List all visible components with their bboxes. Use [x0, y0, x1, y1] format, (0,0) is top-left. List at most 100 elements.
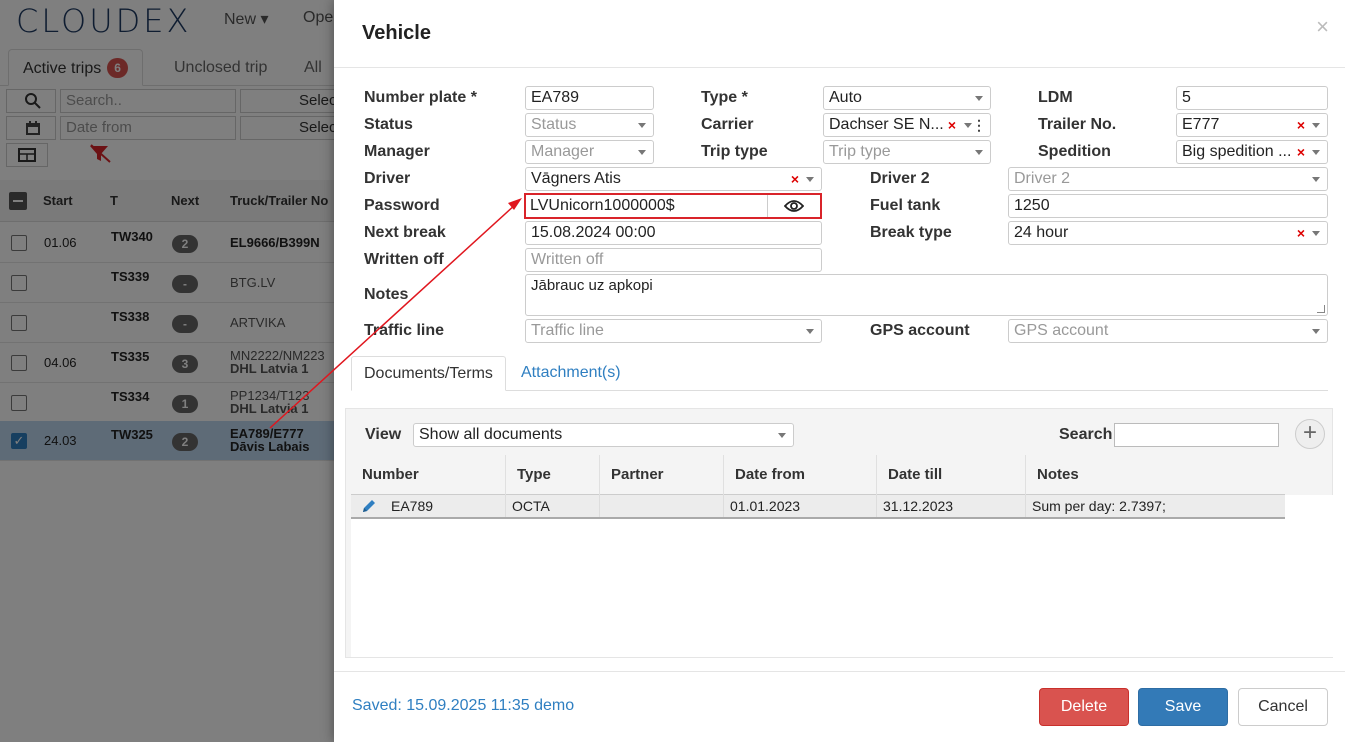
password-value[interactable]: LVUnicorn1000000$: [530, 196, 675, 216]
status-label: Status: [364, 116, 413, 133]
next-break-label: Next break: [364, 224, 446, 241]
clear-icon[interactable]: ×: [1297, 114, 1305, 136]
col-partner[interactable]: Partner: [600, 455, 724, 495]
chevron-down-icon: [975, 96, 983, 101]
number-plate-label: Number plate *: [364, 89, 477, 106]
gps-account-label: GPS account: [870, 322, 970, 339]
notes-value: Jābrauc uz apkopi: [531, 277, 653, 294]
chevron-down-icon: [975, 150, 983, 155]
documents-grid-body: [351, 495, 1333, 657]
chevron-down-icon: [806, 329, 814, 334]
chevron-down-icon: [778, 433, 786, 438]
col-number[interactable]: Number: [351, 455, 506, 495]
doc-type: OCTA: [506, 495, 600, 517]
modal-footer-divider: [334, 671, 1345, 672]
driver2-label: Driver 2: [870, 170, 930, 187]
notes-textarea[interactable]: Jābrauc uz apkopi: [525, 274, 1328, 316]
clear-icon[interactable]: ×: [948, 114, 956, 136]
save-button[interactable]: Save: [1138, 688, 1228, 726]
modal-header-divider: [334, 67, 1345, 68]
trailer-no-value: E777: [1182, 116, 1220, 133]
break-type-select[interactable]: 24 hour ×: [1008, 221, 1328, 245]
type-value: Auto: [829, 89, 862, 106]
col-notes[interactable]: Notes: [1026, 455, 1285, 495]
chevron-down-icon: [638, 150, 646, 155]
saved-status: Saved: 15.09.2025 11:35 demo: [352, 697, 575, 714]
trailer-no-label: Trailer No.: [1038, 116, 1117, 133]
view-select-value: Show all documents: [419, 426, 563, 443]
manager-select[interactable]: Manager: [525, 140, 654, 164]
chevron-down-icon: [638, 123, 646, 128]
written-off-input[interactable]: Written off: [525, 248, 822, 272]
manager-placeholder: Manager: [531, 143, 595, 160]
driver-value: Vāgners Atis: [531, 170, 621, 187]
resize-handle[interactable]: [1317, 305, 1325, 313]
pencil-icon[interactable]: [361, 498, 377, 514]
table-row[interactable]: EA789 OCTA 01.01.2023 31.12.2023 Sum per…: [351, 495, 1285, 519]
close-icon[interactable]: ×: [1316, 14, 1329, 40]
view-label: View: [365, 426, 402, 443]
doc-date-till: 31.12.2023: [877, 495, 1026, 517]
col-type[interactable]: Type: [506, 455, 600, 495]
gps-account-placeholder: GPS account: [1014, 322, 1109, 339]
eye-icon[interactable]: [784, 198, 804, 214]
spedition-value: Big spedition ...: [1182, 143, 1292, 160]
chevron-down-icon: [1312, 123, 1320, 128]
modal-title: Vehicle: [362, 22, 431, 44]
cancel-button[interactable]: Cancel: [1238, 688, 1328, 726]
type-select[interactable]: Auto: [823, 86, 991, 110]
trailer-no-select[interactable]: E777 ×: [1176, 113, 1328, 137]
clear-icon[interactable]: ×: [791, 168, 799, 190]
break-type-label: Break type: [870, 224, 952, 241]
password-divider: [767, 195, 768, 217]
clear-icon[interactable]: ×: [1294, 141, 1305, 163]
doc-number: EA789: [391, 498, 434, 514]
documents-grid-header: Number Type Partner Date from Date till …: [351, 455, 1285, 495]
clear-icon[interactable]: ×: [1297, 222, 1305, 244]
spedition-select[interactable]: Big spedition ... ×: [1176, 140, 1328, 164]
col-date-from[interactable]: Date from: [724, 455, 877, 495]
password-label: Password: [364, 197, 440, 214]
docs-search-input[interactable]: [1114, 423, 1279, 447]
password-field[interactable]: LVUnicorn1000000$: [524, 193, 822, 219]
carrier-label: Carrier: [701, 116, 754, 133]
col-date-till[interactable]: Date till: [877, 455, 1026, 495]
manager-label: Manager: [364, 143, 430, 160]
tab-attachments[interactable]: Attachment(s): [509, 356, 633, 391]
trip-type-select[interactable]: Trip type: [823, 140, 991, 164]
plus-icon: +: [1302, 419, 1317, 446]
written-off-label: Written off: [364, 251, 444, 268]
traffic-line-label: Traffic line: [364, 322, 445, 339]
trip-type-label: Trip type: [701, 143, 768, 160]
ldm-input[interactable]: 5: [1176, 86, 1328, 110]
number-plate-input[interactable]: EA789: [525, 86, 654, 110]
gps-account-select[interactable]: GPS account: [1008, 319, 1328, 343]
docs-search-label: Search: [1059, 426, 1113, 443]
driver-select[interactable]: Vāgners Atis ×: [525, 167, 822, 191]
chevron-down-icon: [964, 123, 972, 128]
trip-type-placeholder: Trip type: [829, 143, 891, 160]
carrier-select[interactable]: Dachser SE N... × ⋮: [823, 113, 991, 137]
doc-number-cell: EA789: [351, 495, 506, 517]
chevron-down-icon: [1312, 231, 1320, 236]
traffic-line-placeholder: Traffic line: [531, 322, 604, 339]
doc-notes: Sum per day: 2.7397;: [1032, 498, 1166, 514]
more-vertical-icon[interactable]: ⋮: [972, 114, 986, 136]
chevron-down-icon: [1312, 150, 1320, 155]
delete-button[interactable]: Delete: [1039, 688, 1129, 726]
chevron-down-icon: [806, 177, 814, 182]
spedition-label: Spedition: [1038, 143, 1111, 160]
view-select[interactable]: Show all documents: [413, 423, 794, 447]
traffic-line-select[interactable]: Traffic line: [525, 319, 822, 343]
fuel-tank-label: Fuel tank: [870, 197, 941, 214]
next-break-input[interactable]: 15.08.2024 00:00: [525, 221, 822, 245]
add-document-button[interactable]: +: [1295, 419, 1325, 449]
tab-documents-terms[interactable]: Documents/Terms: [351, 356, 506, 391]
chevron-down-icon: [1312, 177, 1320, 182]
fuel-tank-input[interactable]: 1250: [1008, 194, 1328, 218]
driver2-select[interactable]: Driver 2: [1008, 167, 1328, 191]
doc-date-from: 01.01.2023: [724, 495, 877, 517]
ldm-label: LDM: [1038, 89, 1073, 106]
carrier-value: Dachser SE N...: [829, 116, 944, 133]
status-select[interactable]: Status: [525, 113, 654, 137]
